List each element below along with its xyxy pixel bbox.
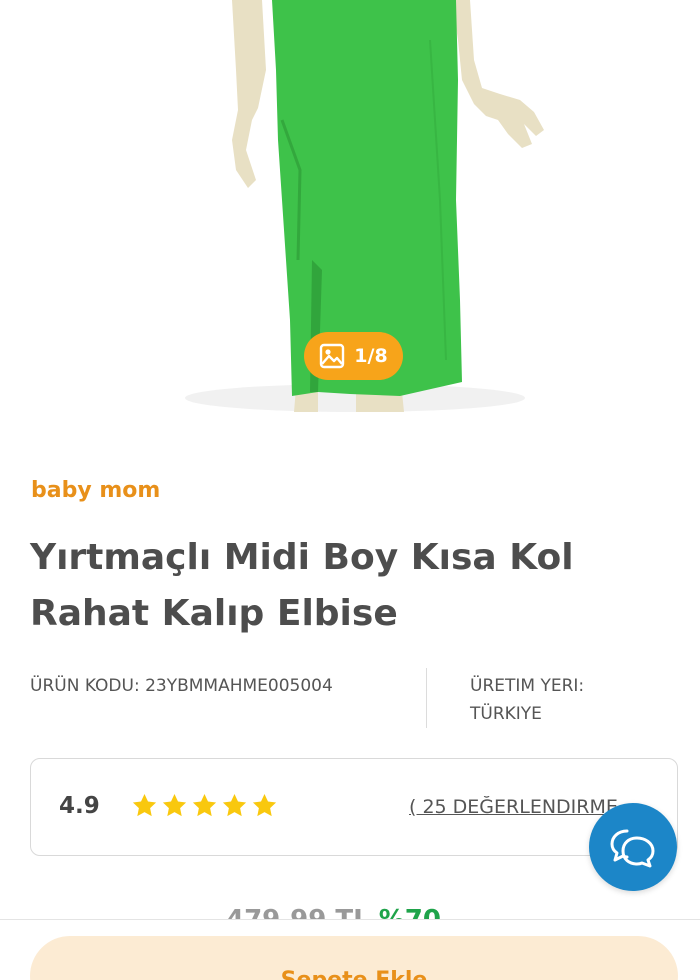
image-counter-label: 1/8 [354,345,388,367]
star-icon [162,794,187,817]
image-icon [320,343,345,369]
add-to-cart-button[interactable]: Sepete Ekle [30,936,678,980]
origin-value: TÜRKIYE [470,704,542,724]
rating-stars [131,792,278,819]
rating-summary[interactable]: 4.9 ( 25 DEĞERLENDIRME ) [30,758,678,856]
product-title: Yırtmaçlı Midi Boy Kısa Kol Rahat Kalıp … [30,537,574,634]
rating-value: 4.9 [59,793,100,819]
star-icon [132,794,157,817]
origin-label: ÜRETIM YERI: [470,676,585,696]
product-code: ÜRÜN KODU: 23YBMMAHME005004 [30,676,333,696]
image-counter[interactable]: 1/8 [304,332,403,380]
production-origin: ÜRETIM YERI: TÜRKIYE [470,672,670,728]
chat-support-icon [610,829,655,868]
star-icon [252,794,277,817]
meta-divider [426,668,427,728]
reviews-link[interactable]: ( 25 DEĞERLENDIRME ) [409,796,619,818]
chat-support-button[interactable] [589,803,677,891]
brand-link[interactable]: baby mom [31,478,160,503]
star-icon [222,794,247,817]
product-image-gallery[interactable]: 1/8 [0,0,700,412]
star-icon [192,794,217,817]
